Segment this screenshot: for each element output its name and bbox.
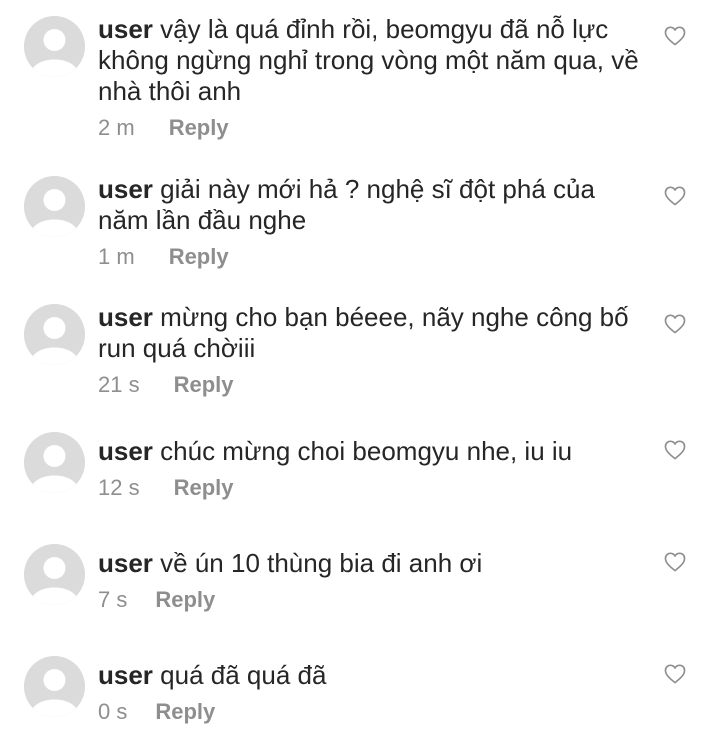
comment-time: 0 s <box>98 699 128 724</box>
heart-outline-icon <box>664 440 686 460</box>
comment-meta: 2 m Reply <box>98 113 650 143</box>
comment-username[interactable]: user <box>98 302 153 332</box>
default-avatar-icon <box>24 304 85 365</box>
avatar[interactable] <box>24 16 85 77</box>
reply-button[interactable]: Reply <box>174 370 234 400</box>
reply-button[interactable]: Reply <box>155 697 215 727</box>
comment-item: user vậy là quá đỉnh rồi, beomgyu đã nỗ … <box>0 0 720 160</box>
default-avatar-icon <box>24 656 85 717</box>
default-avatar-icon <box>24 432 85 493</box>
like-button[interactable] <box>664 440 686 460</box>
comment-time: 21 s <box>98 372 140 397</box>
reply-button[interactable]: Reply <box>169 242 229 272</box>
comment-username[interactable]: user <box>98 660 153 690</box>
heart-outline-icon <box>664 664 686 684</box>
comment-meta: 0 s Reply <box>98 697 650 727</box>
avatar[interactable] <box>24 432 85 493</box>
default-avatar-icon <box>24 544 85 605</box>
reply-button[interactable]: Reply <box>155 585 215 615</box>
comment-body: vậy là quá đỉnh rồi, beomgyu đã nỗ lực k… <box>98 14 639 106</box>
comment-meta: 21 s Reply <box>98 370 650 400</box>
comment-list: user vậy là quá đỉnh rồi, beomgyu đã nỗ … <box>0 0 720 756</box>
comment-text: user chúc mừng choi beomgyu nhe, iu iu <box>98 436 650 467</box>
like-button[interactable] <box>664 186 686 206</box>
default-avatar-icon <box>24 176 85 237</box>
comment-body: quá đã quá đã <box>160 660 327 690</box>
like-button[interactable] <box>664 664 686 684</box>
heart-outline-icon <box>664 314 686 334</box>
reply-button[interactable]: Reply <box>169 113 229 143</box>
comment-text: user vậy là quá đỉnh rồi, beomgyu đã nỗ … <box>98 14 650 107</box>
comment-text: user về ún 10 thùng bia đi anh ơi <box>98 548 650 579</box>
comment-body: mừng cho bạn béeee, nãy nghe công bố run… <box>98 302 629 363</box>
like-button[interactable] <box>664 552 686 572</box>
comment-username[interactable]: user <box>98 174 153 204</box>
comment-body: giải này mới hả ? nghệ sĩ đột phá của nă… <box>98 174 595 235</box>
comment-item: user giải này mới hả ? nghệ sĩ đột phá c… <box>0 160 720 288</box>
comment-text: user quá đã quá đã <box>98 660 650 691</box>
comment-username[interactable]: user <box>98 436 153 466</box>
comment-time: 2 m <box>98 115 135 140</box>
avatar[interactable] <box>24 176 85 237</box>
comment-time: 1 m <box>98 244 135 269</box>
comment-item: user mừng cho bạn béeee, nãy nghe công b… <box>0 288 720 416</box>
avatar[interactable] <box>24 656 85 717</box>
like-button[interactable] <box>664 314 686 334</box>
reply-button[interactable]: Reply <box>174 473 234 503</box>
like-button[interactable] <box>664 26 686 46</box>
comment-item: user chúc mừng choi beomgyu nhe, iu iu 1… <box>0 416 720 528</box>
comment-body: về ún 10 thùng bia đi anh ơi <box>160 548 483 578</box>
comment-item: user quá đã quá đã 0 s Reply <box>0 640 720 756</box>
avatar[interactable] <box>24 304 85 365</box>
default-avatar-icon <box>24 16 85 77</box>
comment-meta: 1 m Reply <box>98 242 650 272</box>
comment-item: user về ún 10 thùng bia đi anh ơi 7 s Rep… <box>0 528 720 640</box>
comment-body: chúc mừng choi beomgyu nhe, iu iu <box>160 436 573 466</box>
comment-username[interactable]: user <box>98 14 153 44</box>
comment-meta: 12 s Reply <box>98 473 650 503</box>
comment-username[interactable]: user <box>98 548 153 578</box>
heart-outline-icon <box>664 552 686 572</box>
comment-text: user giải này mới hả ? nghệ sĩ đột phá c… <box>98 174 650 236</box>
comment-meta: 7 s Reply <box>98 585 650 615</box>
heart-outline-icon <box>664 186 686 206</box>
comment-text: user mừng cho bạn béeee, nãy nghe công b… <box>98 302 650 364</box>
comment-time: 12 s <box>98 475 140 500</box>
avatar[interactable] <box>24 544 85 605</box>
comment-time: 7 s <box>98 587 128 612</box>
heart-outline-icon <box>664 26 686 46</box>
